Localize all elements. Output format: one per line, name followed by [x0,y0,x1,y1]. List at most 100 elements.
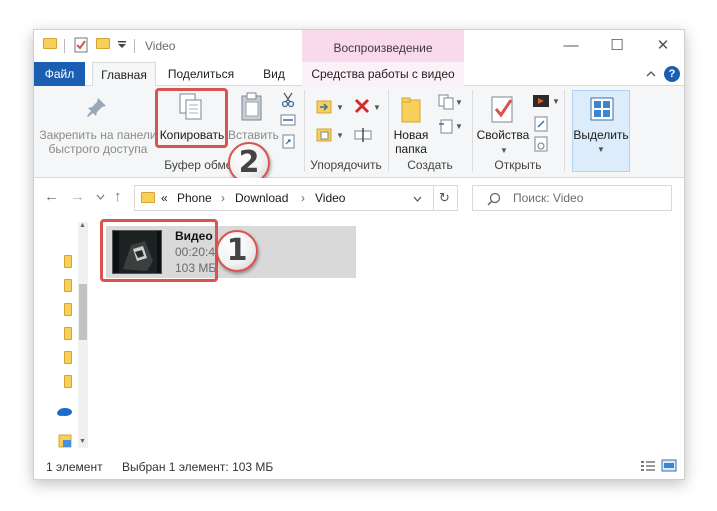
tab-home[interactable]: Главная [92,62,156,87]
help-icon[interactable]: ? [664,66,680,82]
tab-view[interactable]: Вид [254,62,294,86]
pin-label-line2: быстрого доступа [48,142,148,156]
scroll-thumb[interactable] [79,284,87,340]
open-with-player-icon[interactable] [532,94,550,108]
search-box[interactable]: Поиск: Video [472,185,672,211]
paste-shortcut-icon[interactable] [282,134,295,149]
breadcrumb-download[interactable]: Download [235,191,288,205]
file-highlight [100,219,218,282]
chevron-down-icon[interactable]: ▼ [455,122,463,131]
nav-folder-icon[interactable] [64,375,72,388]
copy-highlight [155,88,228,148]
folder-icon [43,38,57,49]
properties-quick-icon[interactable] [74,37,88,53]
select-button[interactable]: Выделить ▼ [572,90,630,172]
divider [134,39,135,53]
address-bar[interactable]: « Phone › Download › Video [134,185,434,211]
forward-icon[interactable]: → [70,188,85,205]
nav-folder-icon[interactable] [64,351,72,364]
selection-info: Выбран 1 элемент: 103 МБ [122,460,274,474]
chevron-down-icon[interactable]: ▼ [336,103,344,112]
navigation-scrollbar[interactable]: ▲ ▼ [78,222,88,448]
properties-icon [491,96,513,123]
title-bar: Video Воспроизведение — ☐ ✕ [34,30,684,62]
divider [64,39,65,53]
chevron-down-icon[interactable]: ▼ [455,98,463,107]
tab-video-tools[interactable]: Средства работы с видео [302,62,464,86]
organize-group-label: Упорядочить [310,158,382,172]
address-dropdown-icon[interactable] [413,196,422,202]
properties-button[interactable]: Свойства [474,128,532,142]
new-folder-icon [401,97,421,123]
nav-folder-icon[interactable] [64,327,72,340]
copy-to-icon[interactable] [316,126,332,144]
back-icon[interactable]: ← [44,188,59,205]
refresh-button[interactable]: ↻ [432,185,458,211]
new-folder-label-line2: папка [395,142,427,156]
new-item-icon[interactable] [438,94,454,110]
copy-path-icon[interactable] [280,113,296,127]
minimize-button[interactable]: — [548,30,594,62]
breadcrumb-separator[interactable]: › [301,191,305,205]
chevron-down-icon[interactable]: ▼ [336,131,344,140]
pin-label-line1: Закрепить на панели [39,128,157,142]
breadcrumb-phone[interactable]: Phone [177,191,212,205]
ribbon-tabs: Файл Главная Поделиться Вид Средства раб… [34,62,684,87]
maximize-button[interactable]: ☐ [594,30,640,62]
paste-button[interactable]: Вставить [228,128,279,142]
divider [472,90,473,172]
details-view-icon[interactable] [640,460,656,472]
nav-folder-icon[interactable] [64,255,72,268]
scroll-down-icon[interactable]: ▼ [79,438,86,445]
chevron-down-icon[interactable]: ▼ [373,103,381,112]
scroll-up-icon[interactable]: ▲ [79,222,86,229]
tab-file[interactable]: Файл [34,62,85,86]
close-button[interactable]: ✕ [640,30,684,62]
up-icon[interactable]: ↑ [114,188,122,205]
navigation-bar: ← → ↑ « Phone › Download › Video ↻ Поиск… [34,178,684,218]
onedrive-icon[interactable] [56,406,72,416]
item-count: 1 элемент [46,460,103,474]
search-icon [487,192,501,206]
customize-quick-access-icon[interactable] [117,40,127,50]
folder-icon [141,192,155,203]
cut-icon[interactable] [281,92,295,108]
status-bar: 1 элемент Выбран 1 элемент: 103 МБ [34,448,684,479]
rename-icon[interactable] [354,127,372,143]
step-badge-1: 1 [216,230,258,272]
select-all-icon [590,97,614,121]
breadcrumb-separator[interactable]: › [221,191,225,205]
nav-folder-icon[interactable] [64,303,72,316]
recent-locations-icon[interactable] [96,194,105,200]
create-group-label: Создать [407,158,453,172]
breadcrumb-video[interactable]: Video [315,191,345,205]
history-icon[interactable] [534,136,548,152]
tiles-view-icon[interactable] [661,459,677,472]
pin-to-quick-access-button[interactable]: Закрепить на панели быстрого доступа [38,128,158,156]
easy-access-icon[interactable] [438,118,454,134]
window-title: Video [145,39,176,53]
chevron-down-icon[interactable]: ▼ [500,146,508,155]
new-folder-label-line1: Новая [393,128,429,142]
this-pc-icon[interactable] [58,434,72,448]
chevron-down-icon[interactable]: ▼ [552,97,560,106]
pin-icon [87,98,106,117]
new-folder-button[interactable]: Новая папка [390,128,432,156]
search-input[interactable]: Поиск: Video [513,191,583,205]
new-folder-quick-icon[interactable] [96,38,110,49]
chevron-down-icon: ▼ [597,145,605,154]
nav-folder-icon[interactable] [64,279,72,292]
explorer-window: Video Воспроизведение — ☐ ✕ Файл Главная… [33,29,685,480]
select-label: Выделить [573,128,629,142]
move-to-icon[interactable] [316,98,332,116]
ribbon: Закрепить на панели быстрого доступа Коп… [34,86,684,184]
divider [564,90,565,172]
collapse-ribbon-icon[interactable] [646,70,656,78]
edit-icon[interactable] [534,116,548,132]
delete-icon[interactable] [354,98,370,114]
paste-icon [241,92,262,121]
open-group-label: Открыть [494,158,542,172]
file-list: Видео 00:20:41 103 МБ 1 [96,218,684,448]
breadcrumb-overflow[interactable]: « [161,191,168,205]
tab-share[interactable]: Поделиться [164,62,238,86]
